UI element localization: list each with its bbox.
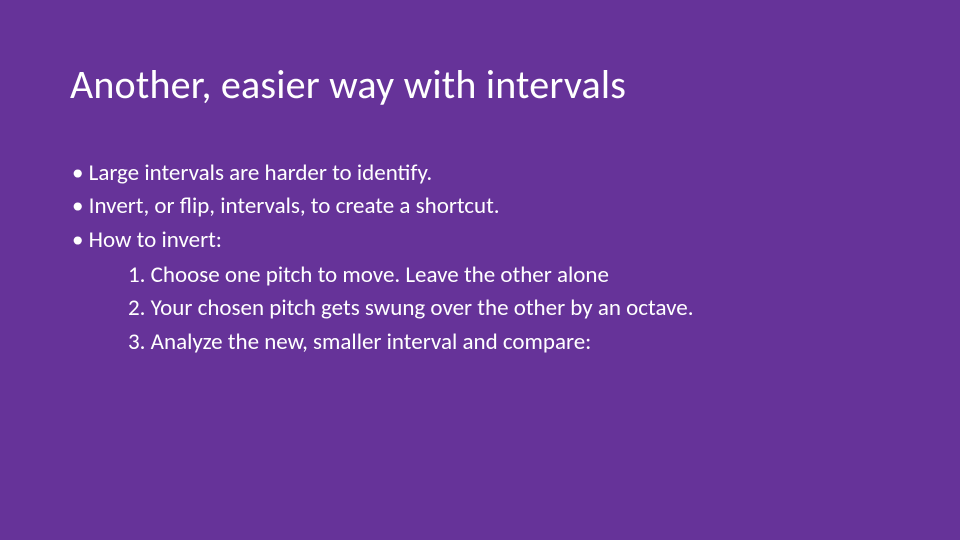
step-text: Choose one pitch to move. Leave the othe… [151,261,609,289]
slide-title: Another, easier way with intervals [70,60,890,109]
step-item: 1. Choose one pitch to move. Leave the o… [128,259,890,292]
bullet-item: How to invert: [72,224,890,257]
bullet-list: Large intervals are harder to identify. … [70,157,890,257]
slide-body: Large intervals are harder to identify. … [70,157,890,359]
step-item: 2. Your chosen pitch gets swung over the… [128,292,890,325]
bullet-item: Invert, or flip, intervals, to create a … [72,190,890,223]
step-item: 3. Analyze the new, smaller interval and… [128,326,890,359]
step-number: 1. [128,261,145,289]
step-number: 2. [128,294,145,322]
step-text: Your chosen pitch gets swung over the ot… [151,294,694,322]
step-number: 3. [128,328,145,356]
step-text: Analyze the new, smaller interval and co… [151,328,592,356]
step-list: 1. Choose one pitch to move. Leave the o… [70,259,890,359]
bullet-item: Large intervals are harder to identify. [72,157,890,190]
